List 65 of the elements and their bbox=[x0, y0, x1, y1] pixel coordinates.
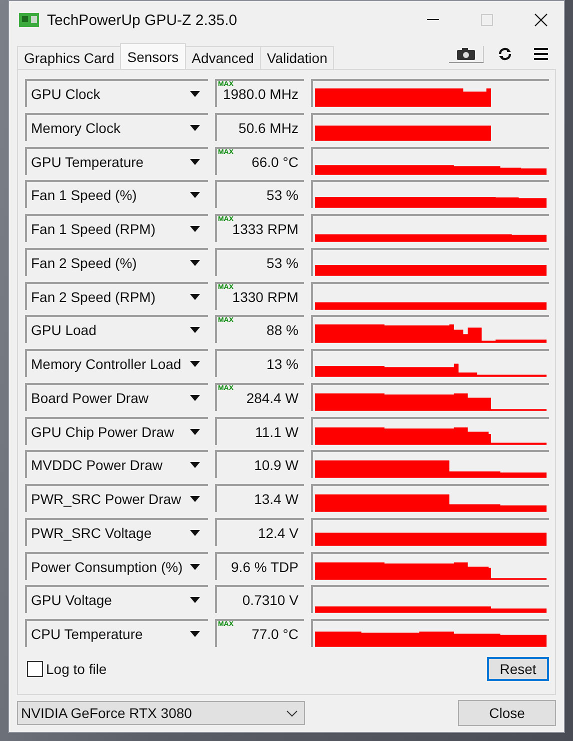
chevron-down-icon bbox=[286, 710, 298, 716]
sensor-dropdown[interactable]: Fan 1 Speed (%) bbox=[25, 180, 208, 208]
sensor-dropdown[interactable]: Power Consumption (%) bbox=[25, 552, 208, 580]
sensor-value: 53 % bbox=[266, 254, 298, 271]
close-window-button[interactable]: Close bbox=[458, 700, 556, 726]
sensor-dropdown[interactable]: GPU Voltage bbox=[25, 585, 208, 614]
sensor-dropdown[interactable]: Memory Controller Load bbox=[25, 349, 208, 377]
window-title: TechPowerUp GPU-Z 2.35.0 bbox=[47, 12, 238, 28]
graphics-card-icon bbox=[19, 12, 39, 28]
dropdown-arrow-icon bbox=[190, 631, 200, 637]
sensor-value: 13.4 W bbox=[254, 491, 298, 507]
sensor-value: 1980.0 MHz bbox=[222, 86, 298, 102]
dropdown-arrow-icon bbox=[190, 192, 200, 198]
device-select[interactable]: NVIDIA GeForce RTX 3080 bbox=[17, 701, 305, 725]
sensor-dropdown[interactable]: GPU Temperature bbox=[25, 146, 208, 174]
sensor-dropdown[interactable]: GPU Clock bbox=[25, 79, 208, 107]
log-label: Log to file bbox=[46, 661, 107, 678]
sensor-value: 10.9 W bbox=[254, 457, 298, 474]
dropdown-arrow-icon bbox=[190, 564, 200, 570]
dropdown-arrow-icon bbox=[190, 294, 200, 300]
sensor-value: 1333 RPM bbox=[232, 221, 298, 237]
dropdown-arrow-icon bbox=[190, 496, 200, 502]
sensor-dropdown[interactable]: GPU Chip Power Draw bbox=[25, 416, 208, 444]
dropdown-arrow-icon bbox=[190, 428, 200, 434]
tab[interactable]: Validation bbox=[260, 46, 334, 69]
sensor-dropdown[interactable]: PWR_SRC Voltage bbox=[25, 518, 208, 546]
sensor-dropdown[interactable]: CPU Temperature bbox=[25, 619, 208, 647]
dropdown-arrow-icon bbox=[190, 260, 200, 266]
log-checkbox[interactable] bbox=[27, 661, 43, 678]
sensor-value: 284.4 W bbox=[246, 390, 298, 406]
sensor-value: 50.6 MHz bbox=[238, 120, 298, 136]
dropdown-arrow-icon bbox=[190, 394, 200, 401]
dropdown-arrow-icon bbox=[190, 91, 200, 97]
sensor-value: 9.6 % TDP bbox=[231, 558, 298, 574]
sensor-value: 11.1 W bbox=[255, 424, 298, 440]
reset-button[interactable]: Reset bbox=[487, 657, 549, 682]
sensor-dropdown[interactable]: Fan 2 Speed (RPM) bbox=[25, 282, 208, 310]
dropdown-arrow-icon bbox=[190, 530, 200, 536]
sensor-dropdown[interactable]: Memory Clock bbox=[25, 112, 208, 141]
sensor-dropdown[interactable]: Fan 2 Speed (%) bbox=[25, 248, 208, 276]
tab[interactable]: Sensors bbox=[120, 43, 186, 69]
sensor-dropdown[interactable]: GPU Load bbox=[25, 315, 208, 344]
camera-icon[interactable] bbox=[449, 46, 484, 62]
close-icon[interactable] bbox=[534, 13, 548, 27]
sensor-dropdown[interactable]: PWR_SRC Power Draw bbox=[25, 484, 208, 512]
dropdown-arrow-icon bbox=[190, 327, 200, 334]
tab[interactable]: Graphics Card bbox=[17, 46, 122, 69]
dropdown-arrow-icon bbox=[190, 361, 200, 367]
sensor-value: 1330 RPM bbox=[232, 288, 298, 304]
sensor-value: 0.7310 V bbox=[242, 592, 298, 608]
sensor-dropdown[interactable]: MVDDC Power Draw bbox=[25, 450, 208, 478]
sensor-value: 12.4 V bbox=[258, 524, 298, 541]
sensor-value: 66.0 °C bbox=[252, 154, 298, 170]
sensor-dropdown[interactable]: Fan 1 Speed (RPM) bbox=[25, 214, 208, 242]
sensor-value: 53 % bbox=[266, 187, 298, 204]
dropdown-arrow-icon bbox=[190, 158, 200, 164]
minimize-icon[interactable] bbox=[427, 19, 439, 21]
dropdown-arrow-icon bbox=[190, 226, 200, 232]
sensor-value: 77.0 °C bbox=[252, 626, 298, 642]
dropdown-arrow-icon bbox=[190, 597, 200, 604]
sensor-value: 13 % bbox=[266, 356, 298, 372]
dropdown-arrow-icon bbox=[190, 124, 200, 131]
dropdown-arrow-icon bbox=[190, 462, 200, 468]
sensor-value: 88 % bbox=[266, 322, 298, 338]
sensor-dropdown[interactable]: Board Power Draw bbox=[25, 382, 208, 411]
